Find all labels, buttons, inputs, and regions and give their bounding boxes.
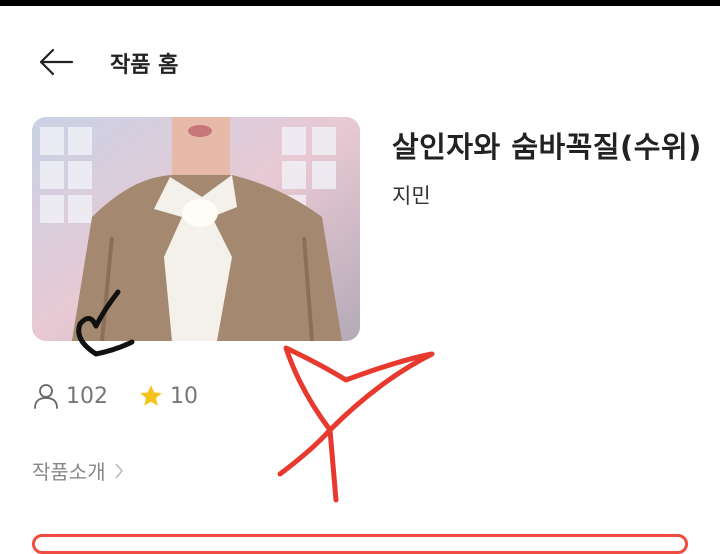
cover-image[interactable] [32, 117, 360, 341]
page-title: 작품 홈 [110, 53, 179, 78]
star-icon [140, 385, 162, 406]
red-heart-doodle [277, 345, 435, 503]
reader-count-value: 102 [66, 383, 108, 409]
action-button[interactable] [32, 534, 688, 554]
top-status-strip [0, 0, 720, 6]
user-icon [34, 384, 58, 409]
reader-count: 102 [32, 382, 108, 410]
work-stats: 102 10 [32, 382, 228, 410]
star-count: 10 [138, 383, 198, 409]
work-title: 살인자와 숨바꼭질(수위) [392, 130, 702, 164]
back-button[interactable] [36, 42, 76, 82]
chevron-right-icon [115, 462, 123, 479]
author-name[interactable]: 지민 [392, 180, 431, 210]
intro-link[interactable]: 작품소개 [32, 456, 124, 485]
back-arrow-icon [39, 48, 74, 76]
intro-label: 작품소개 [32, 460, 106, 484]
star-count-value: 10 [170, 383, 198, 409]
